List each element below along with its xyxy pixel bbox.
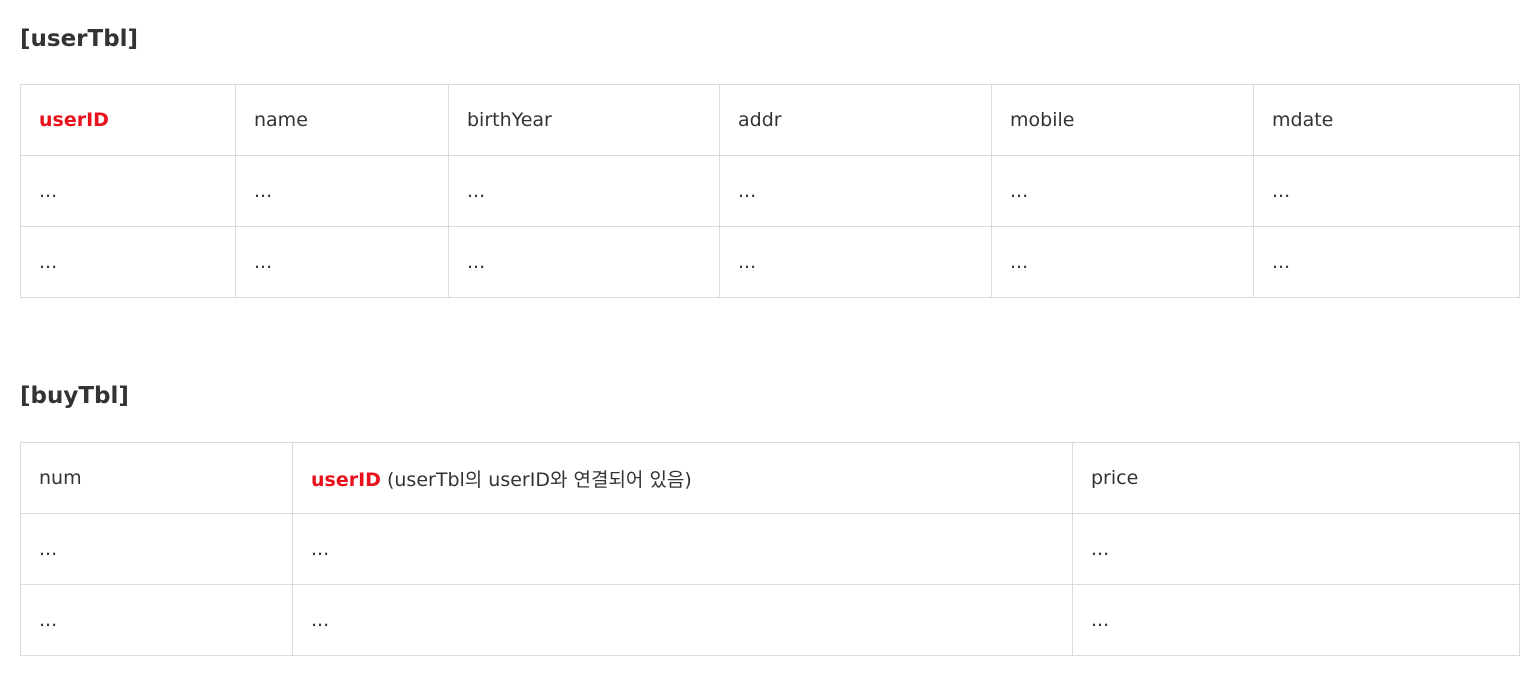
buytbl-table: num userID (userTbl의 userID와 연결되어 있음) pr… (20, 442, 1520, 656)
table-header-row: userID name birthYear addr mobile mdate (20, 84, 1520, 156)
table-cell: ... (20, 584, 293, 656)
table-cell: ... (448, 226, 720, 298)
table-row: ... ... ... (20, 584, 1520, 656)
table-cell: ... (235, 226, 449, 298)
header-cell-mdate: mdate (1253, 84, 1520, 156)
table-row: ... ... ... ... ... ... (20, 226, 1520, 298)
foreign-key-label: userID (311, 468, 381, 491)
foreign-key-note: (userTbl의 userID와 연결되어 있음) (380, 468, 692, 491)
table-cell: ... (991, 226, 1254, 298)
buytbl-title: [buyTbl] (20, 383, 129, 409)
table-cell: ... (448, 155, 720, 227)
table-cell: ... (719, 155, 992, 227)
table-cell: ... (235, 155, 449, 227)
table-cell: ... (292, 584, 1073, 656)
header-cell-mobile: mobile (991, 84, 1254, 156)
header-cell-userid: userID (userTbl의 userID와 연결되어 있음) (292, 442, 1073, 514)
table-header-row: num userID (userTbl의 userID와 연결되어 있음) pr… (20, 442, 1520, 514)
table-row: ... ... ... (20, 513, 1520, 585)
header-cell-birthyear: birthYear (448, 84, 720, 156)
table-cell: ... (1253, 155, 1520, 227)
header-cell-addr: addr (719, 84, 992, 156)
table-cell: ... (719, 226, 992, 298)
table-cell: ... (1253, 226, 1520, 298)
usertbl-title: [userTbl] (20, 26, 139, 52)
usertbl-table: userID name birthYear addr mobile mdate … (20, 84, 1520, 298)
table-row: ... ... ... ... ... ... (20, 155, 1520, 227)
header-cell-num: num (20, 442, 293, 514)
table-cell: ... (20, 513, 293, 585)
header-cell-userid: userID (20, 84, 236, 156)
table-cell: ... (20, 155, 236, 227)
header-cell-price: price (1072, 442, 1520, 514)
table-cell: ... (1072, 584, 1520, 656)
table-cell: ... (1072, 513, 1520, 585)
header-cell-name: name (235, 84, 449, 156)
table-cell: ... (991, 155, 1254, 227)
table-cell: ... (20, 226, 236, 298)
table-cell: ... (292, 513, 1073, 585)
primary-key-label: userID (39, 109, 109, 131)
